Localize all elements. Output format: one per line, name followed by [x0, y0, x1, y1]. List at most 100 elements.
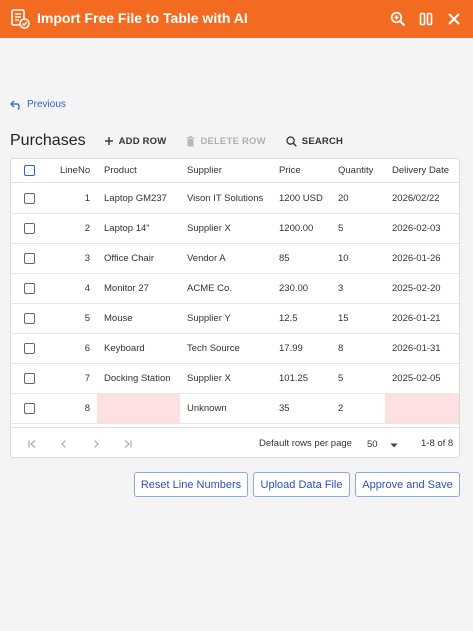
undo-arrow-icon	[10, 100, 20, 110]
row-checkbox[interactable]	[24, 223, 35, 234]
dropdown-caret-icon	[390, 435, 398, 453]
cell-price[interactable]: 1200 USD	[279, 184, 323, 213]
cell-product[interactable]: Laptop GM237	[104, 184, 167, 213]
row-checkbox[interactable]	[24, 253, 35, 264]
row-checkbox[interactable]	[24, 403, 35, 414]
cell-supplier[interactable]: Vendor A	[187, 244, 226, 273]
column-header-lineno[interactable]: LineNo	[60, 159, 90, 182]
cell-product-error[interactable]	[97, 394, 180, 423]
cell-product[interactable]: Mouse	[104, 304, 133, 333]
cell-quantity[interactable]: 10	[338, 244, 349, 273]
cell-delivery-date[interactable]: 2025-02-20	[392, 274, 441, 303]
close-icon[interactable]	[444, 9, 464, 29]
first-page-icon[interactable]	[25, 437, 39, 451]
cell-delivery-date[interactable]: 2026-01-21	[392, 304, 441, 333]
row-checkbox[interactable]	[24, 373, 35, 384]
cell-delivery-date[interactable]: 2026-01-31	[392, 334, 441, 363]
window-title: Import Free File to Table with AI	[37, 10, 248, 26]
table-row[interactable]: 8 Unknown 35 2	[11, 394, 459, 424]
row-checkbox[interactable]	[24, 283, 35, 294]
cell-delivery-date[interactable]: 2025-02-05	[392, 364, 441, 393]
split-view-icon[interactable]	[416, 9, 436, 29]
cell-price[interactable]: 12.5	[279, 304, 298, 333]
cell-product[interactable]: Office Chair	[104, 244, 154, 273]
cell-supplier[interactable]: Vison IT Solutions	[187, 184, 263, 213]
cell-price[interactable]: 35	[279, 394, 290, 423]
pagination-bar: Default rows per page 50 1-8 of 8	[11, 427, 459, 457]
rows-per-page-select[interactable]: 50	[367, 435, 403, 453]
plus-icon	[104, 137, 113, 145]
cell-supplier[interactable]: Supplier X	[187, 364, 231, 393]
cell-lineno[interactable]: 3	[60, 244, 90, 273]
cell-quantity[interactable]: 3	[338, 274, 343, 303]
previous-label: Previous	[27, 99, 66, 110]
cell-product[interactable]: Keyboard	[104, 334, 145, 363]
previous-link[interactable]: Previous	[10, 99, 66, 110]
cell-lineno[interactable]: 2	[60, 214, 90, 243]
cell-price[interactable]: 1200.00	[279, 214, 313, 243]
table-row[interactable]: 7 Docking Station Supplier X 101.25 5 20…	[11, 364, 459, 394]
cell-quantity[interactable]: 5	[338, 214, 343, 243]
reset-line-numbers-button[interactable]: Reset Line Numbers	[134, 472, 248, 497]
previous-page-icon[interactable]	[57, 437, 71, 451]
zoom-search-icon[interactable]	[388, 9, 408, 29]
cell-price[interactable]: 17.99	[279, 334, 303, 363]
cell-quantity[interactable]: 5	[338, 364, 343, 393]
table-row[interactable]: 1 Laptop GM237 Vison IT Solutions 1200 U…	[11, 184, 459, 214]
cell-lineno[interactable]: 7	[60, 364, 90, 393]
search-button[interactable]: SEARCH	[286, 136, 343, 147]
cell-price[interactable]: 230.00	[279, 274, 308, 303]
table-header: LineNo Product Supplier Price Quantity D…	[11, 159, 459, 183]
cell-supplier[interactable]: Tech Source	[187, 334, 240, 363]
cell-lineno[interactable]: 1	[60, 184, 90, 213]
cell-price[interactable]: 85	[279, 244, 290, 273]
table-row[interactable]: 2 Laptop 14" Supplier X 1200.00 5 2026-0…	[11, 214, 459, 244]
table-row[interactable]: 3 Office Chair Vendor A 85 10 2026-01-26	[11, 244, 459, 274]
approve-and-save-button[interactable]: Approve and Save	[355, 472, 460, 497]
cell-quantity[interactable]: 8	[338, 334, 343, 363]
cell-quantity[interactable]: 2	[338, 394, 343, 423]
column-header-price[interactable]: Price	[279, 159, 301, 182]
page-range: 1-8 of 8	[421, 438, 454, 449]
next-page-icon[interactable]	[89, 437, 103, 451]
cell-supplier[interactable]: Supplier Y	[187, 304, 231, 333]
cell-product[interactable]: Monitor 27	[104, 274, 149, 303]
cell-lineno[interactable]: 6	[60, 334, 90, 363]
delete-row-label: DELETE ROW	[200, 135, 266, 147]
column-header-supplier[interactable]: Supplier	[187, 159, 222, 182]
cell-lineno[interactable]: 4	[60, 274, 90, 303]
cell-delivery-date[interactable]: 2026/02/22	[392, 184, 440, 213]
last-page-icon[interactable]	[121, 437, 135, 451]
add-row-button[interactable]: ADD ROW	[104, 136, 167, 147]
cell-delivery-date[interactable]: 2026-01-26	[392, 244, 441, 273]
cell-product[interactable]: Docking Station	[104, 364, 171, 393]
upload-data-file-button[interactable]: Upload Data File	[253, 472, 350, 497]
cell-quantity[interactable]: 20	[338, 184, 349, 213]
purchases-table: LineNo Product Supplier Price Quantity D…	[10, 158, 460, 458]
cell-supplier[interactable]: ACME Co.	[187, 274, 232, 303]
column-header-quantity[interactable]: Quantity	[338, 159, 373, 182]
table-row[interactable]: 5 Mouse Supplier Y 12.5 15 2026-01-21	[11, 304, 459, 334]
search-label: SEARCH	[301, 135, 344, 147]
cell-lineno[interactable]: 5	[60, 304, 90, 333]
row-checkbox[interactable]	[24, 313, 35, 324]
cell-product[interactable]: Laptop 14"	[104, 214, 150, 243]
column-header-delivery-date[interactable]: Delivery Date	[392, 159, 449, 182]
search-icon	[286, 135, 297, 147]
cell-price[interactable]: 101.25	[279, 364, 308, 393]
table-row[interactable]: 4 Monitor 27 ACME Co. 230.00 3 2025-02-2…	[11, 274, 459, 304]
select-all-checkbox[interactable]	[24, 165, 35, 176]
cell-quantity[interactable]: 15	[338, 304, 349, 333]
cell-delivery-date[interactable]: 2026-02-03	[392, 214, 441, 243]
row-checkbox[interactable]	[24, 343, 35, 354]
rows-per-page-value: 50	[367, 438, 378, 450]
cell-delivery-date-error[interactable]	[385, 394, 459, 423]
delete-row-button[interactable]: DELETE ROW	[186, 135, 266, 147]
row-checkbox[interactable]	[24, 193, 35, 204]
cell-lineno[interactable]: 8	[60, 394, 90, 423]
table-row[interactable]: 6 Keyboard Tech Source 17.99 8 2026-01-3…	[11, 334, 459, 364]
add-row-label: ADD ROW	[118, 135, 167, 147]
cell-supplier[interactable]: Unknown	[187, 394, 227, 423]
column-header-product[interactable]: Product	[104, 159, 137, 182]
cell-supplier[interactable]: Supplier X	[187, 214, 231, 243]
